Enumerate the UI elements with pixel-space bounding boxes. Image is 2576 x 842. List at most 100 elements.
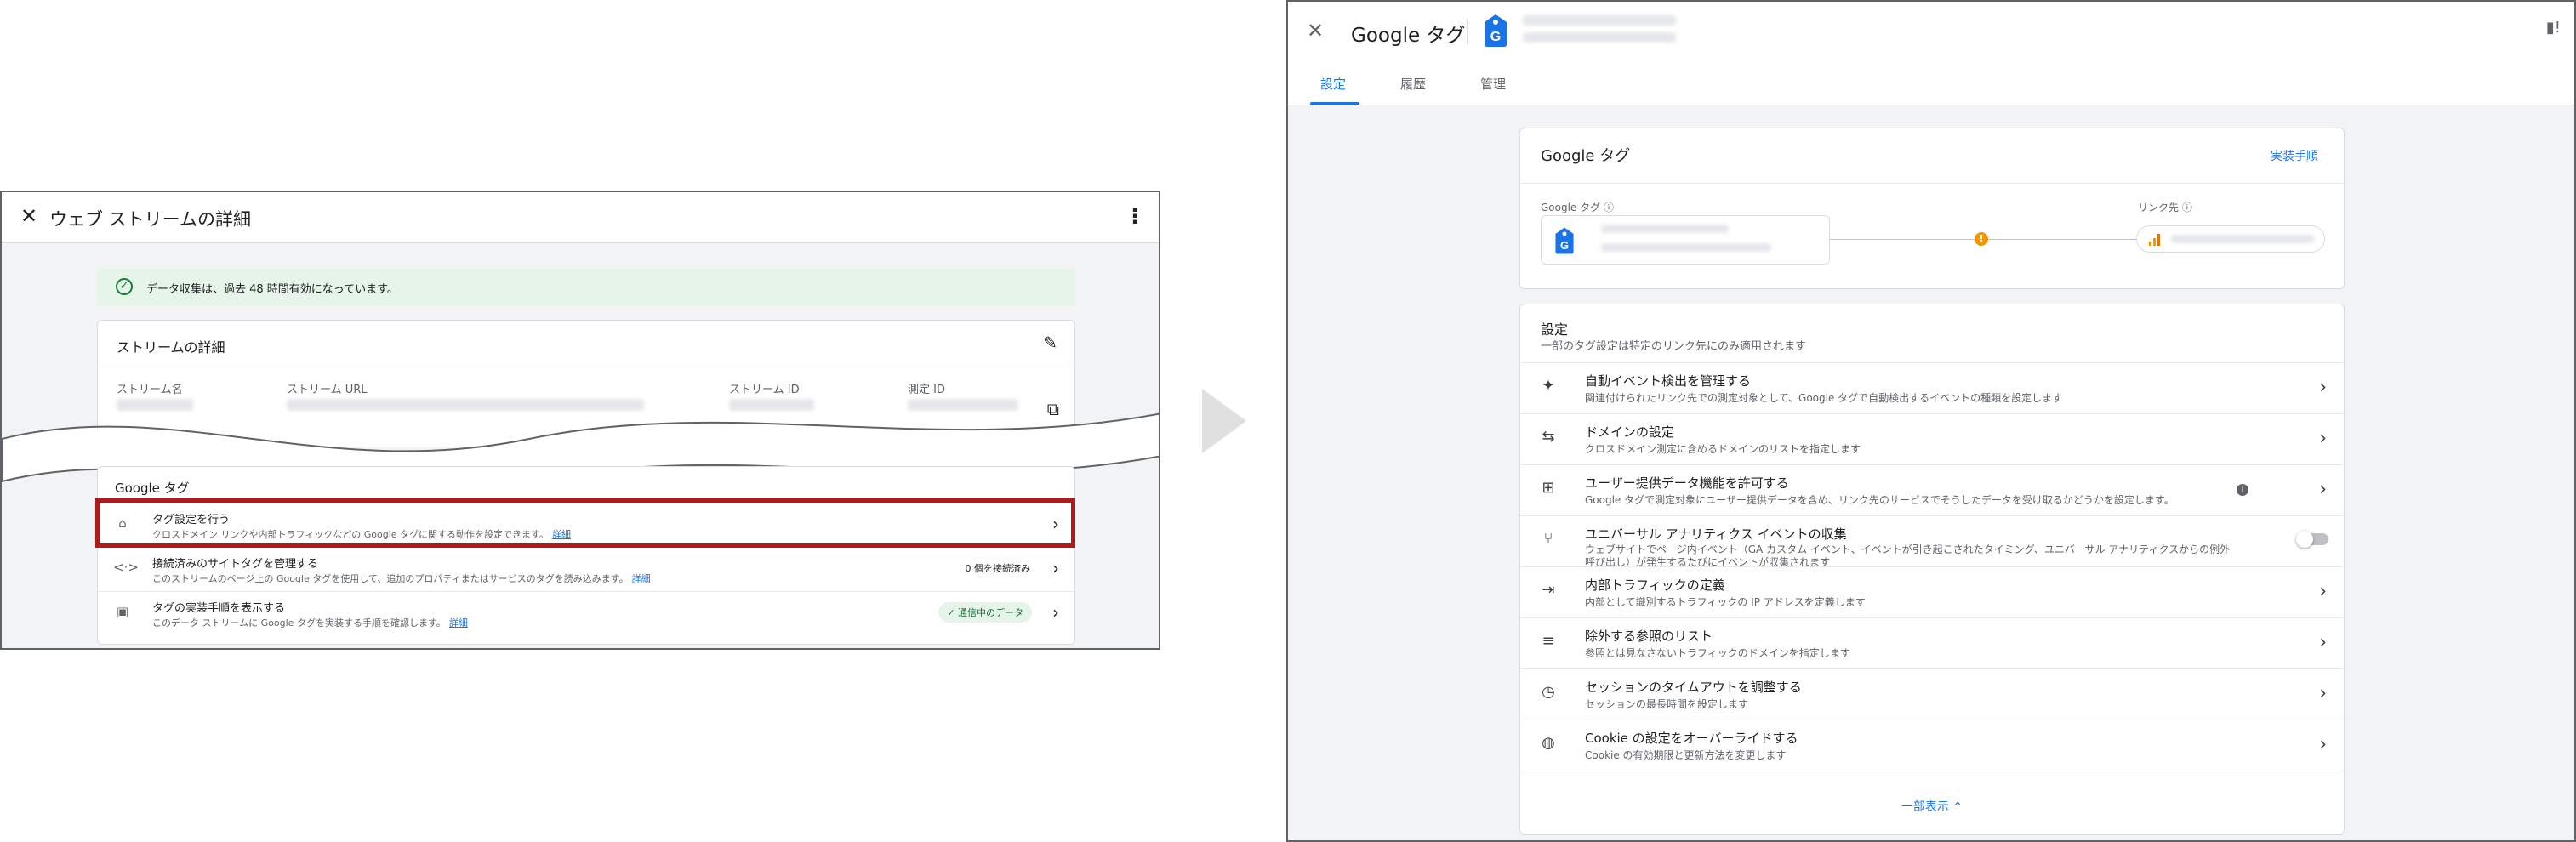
ua-events-toggle[interactable] bbox=[2296, 531, 2328, 548]
google-tag-card: Google タグ ⌂ タグ設定を行う クロスドメイン リンクや内部トラフィック… bbox=[97, 466, 1075, 645]
google-tag-label: Google タグ ⓘ bbox=[1541, 202, 1614, 213]
settings-row-auto-events[interactable]: ✦ 自動イベント検出を管理する 関連付けられたリンク先での測定対象として、Goo… bbox=[1520, 362, 2344, 413]
view-tag-instructions-row[interactable]: ▣ タグの実装手順を表示する このデータ ストリームに Google タグを実装… bbox=[98, 591, 1074, 635]
web-stream-details-panel: ✕ ウェブ ストリームの詳細 ⋮ ✓ データ収集は、過去 48 時間有効になって… bbox=[0, 191, 1160, 650]
row-title: ユニバーサル アナリティクス イベントの収集 bbox=[1585, 526, 1847, 542]
instructions-link[interactable]: 実装手順 bbox=[2271, 147, 2318, 164]
close-icon[interactable]: ✕ bbox=[20, 204, 37, 228]
chevron-right-icon: › bbox=[2319, 683, 2327, 704]
row-description: Google タグで測定対象にユーザー提供データを含め、リンク先のサービスでそう… bbox=[1585, 494, 2174, 506]
cookie-icon: ◍ bbox=[1542, 734, 1555, 752]
divider bbox=[1467, 19, 1468, 44]
settings-row-user-provided-data[interactable]: ⊞ ユーザー提供データ機能を許可する Google タグで測定対象にユーザー提供… bbox=[1520, 464, 2344, 515]
data-flowing-badge: ✓ 通信中のデータ bbox=[938, 602, 1032, 623]
divider bbox=[1520, 183, 2344, 184]
row-title: タグの実装手順を表示する bbox=[152, 602, 286, 615]
chevron-right-icon: › bbox=[1052, 558, 1059, 578]
check-circle-icon: ✓ bbox=[116, 278, 133, 295]
row-title: 接続済みのサイトタグを管理する bbox=[152, 558, 319, 571]
row-description: このストリームのページ上の Google タグを使用して、追加のプロパティまたは… bbox=[152, 573, 651, 584]
google-tag-panel: ✕ Google タグ G ▮! 設定 履歴 管理 Google タグ 実装手順… bbox=[1286, 0, 2576, 842]
settings-row-session-timeout[interactable]: ◷ セッションのタイムアウトを調整する セッションの最長時間を設定します › bbox=[1520, 668, 2344, 720]
internal-traffic-icon: ⇥ bbox=[1542, 581, 1555, 599]
svg-text:G: G bbox=[1490, 30, 1501, 44]
details-link[interactable]: 詳細 bbox=[632, 573, 651, 584]
google-tag-card: Google タグ 実装手順 Google タグ ⓘ G ! リンク先 ⓘ bbox=[1519, 128, 2345, 289]
tab-history[interactable]: 履歴 bbox=[1400, 75, 1426, 93]
exclude-list-icon: ≡ bbox=[1542, 632, 1555, 650]
chevron-right-icon: › bbox=[2319, 428, 2327, 449]
row-description: 参照とは見なさないトラフィックのドメインを指定します bbox=[1585, 647, 1850, 659]
tab-bar: 設定 履歴 管理 bbox=[1288, 61, 2574, 105]
row-title: Cookie の設定をオーバーライドする bbox=[1585, 731, 1798, 746]
warning-icon[interactable]: ! bbox=[1975, 232, 1988, 246]
google-tag-logo-icon: G bbox=[1485, 14, 1507, 47]
tab-settings[interactable]: 設定 bbox=[1320, 75, 1346, 93]
row-title: 自動イベント検出を管理する bbox=[1585, 373, 1752, 389]
details-link[interactable]: 詳細 bbox=[449, 617, 468, 629]
row-description: 関連付けられたリンク先での測定対象として、Google タグで自動検出するイベン… bbox=[1585, 392, 2063, 404]
settings-heading: 設定 bbox=[1541, 321, 1569, 338]
analytics-icon bbox=[2149, 234, 2160, 246]
arrow-right-icon bbox=[1202, 389, 1246, 453]
chevron-right-icon: › bbox=[1052, 602, 1059, 623]
status-banner: ✓ データ収集は、過去 48 時間有効になっています。 bbox=[97, 269, 1075, 306]
linked-destination-pill[interactable] bbox=[2136, 225, 2325, 253]
chevron-right-icon: › bbox=[2319, 632, 2327, 653]
highlight-box bbox=[95, 498, 1075, 548]
row-description: 内部として識別するトラフィックの IP アドレスを定義します bbox=[1585, 596, 1866, 608]
settings-row-cookie[interactable]: ◍ Cookie の設定をオーバーライドする Cookie の有効期限と更新方法… bbox=[1520, 720, 2344, 771]
more-options-icon[interactable]: ⋮ bbox=[1125, 204, 1145, 228]
settings-row-ua-events[interactable]: ⑂ ユニバーサル アナリティクス イベントの収集 ウェブサイトでページ内イベント… bbox=[1520, 515, 2344, 568]
row-title: 除外する参照のリスト bbox=[1585, 629, 1713, 644]
cross-domain-icon: ⇆ bbox=[1542, 428, 1555, 446]
settings-row-internal-traffic[interactable]: ⇥ 内部トラフィックの定義 内部として識別するトラフィックの IP アドレスを定… bbox=[1520, 566, 2344, 617]
settings-row-unwanted-referrals[interactable]: ≡ 除外する参照のリスト 参照とは見なさないトラフィックのドメインを指定します … bbox=[1520, 617, 2344, 668]
banner-text: データ収集は、過去 48 時間有効になっています。 bbox=[146, 283, 398, 296]
blurred-tag-name bbox=[1523, 15, 1676, 26]
row-title: セッションのタイムアウトを調整する bbox=[1585, 680, 1802, 695]
svg-text:G: G bbox=[1560, 239, 1569, 252]
tab-admin[interactable]: 管理 bbox=[1480, 75, 1506, 93]
row-title: 内部トラフィックの定義 bbox=[1585, 577, 1725, 593]
close-icon[interactable]: ✕ bbox=[1307, 19, 1324, 43]
blurred-tag-id bbox=[1601, 243, 1771, 252]
show-less-button[interactable]: 一部表示 ⌃ bbox=[1520, 798, 2344, 815]
feedback-icon[interactable]: ▮! bbox=[2546, 19, 2561, 37]
active-tab-indicator bbox=[1310, 102, 1359, 105]
chevron-right-icon: › bbox=[2319, 479, 2327, 500]
settings-card: 設定 一部のタグ設定は特定のリンク先にのみ適用されます ✦ 自動イベント検出を管… bbox=[1519, 304, 2345, 835]
panel-header: ✕ ウェブ ストリームの詳細 ⋮ bbox=[2, 192, 1159, 243]
connected-count: 0 個を接続済み bbox=[965, 563, 1031, 574]
edit-icon[interactable]: ✎ bbox=[1043, 333, 1057, 353]
info-icon[interactable]: i bbox=[2237, 484, 2248, 496]
row-description: Cookie の有効期限と更新方法を変更します bbox=[1585, 749, 1787, 761]
merge-icon: ⑂ bbox=[1543, 530, 1553, 548]
chevron-right-icon: › bbox=[2319, 581, 2327, 602]
row-title: ユーザー提供データ機能を許可する bbox=[1585, 475, 1789, 491]
row-description: このデータ ストリームに Google タグを実装する手順を確認します。 詳細 bbox=[152, 617, 468, 629]
google-tag-heading: Google タグ bbox=[115, 481, 190, 496]
card-heading: Google タグ bbox=[1541, 147, 1631, 165]
instructions-icon: ▣ bbox=[116, 604, 129, 619]
google-tag-logo-icon: G bbox=[1555, 227, 1574, 254]
panel-header: ✕ Google タグ G ▮! bbox=[1288, 2, 2574, 61]
linked-destination-label: リンク先 ⓘ bbox=[2138, 202, 2192, 213]
stream-name-label: ストリーム名 bbox=[117, 384, 183, 396]
clock-icon: ◷ bbox=[1542, 683, 1555, 701]
stream-id-label: ストリーム ID bbox=[729, 384, 800, 396]
manage-connected-tags-row[interactable]: <·> 接続済みのサイトタグを管理する このストリームのページ上の Google… bbox=[98, 547, 1074, 591]
stream-details-heading: ストリームの詳細 bbox=[117, 339, 225, 356]
google-tag-box[interactable]: G bbox=[1541, 215, 1830, 265]
blurred-destination bbox=[2171, 235, 2314, 243]
chevron-right-icon: › bbox=[2319, 377, 2327, 398]
panel-title: Google タグ bbox=[1351, 25, 1466, 47]
blurred-tag-id bbox=[1523, 32, 1676, 43]
row-description: セッションの最長時間を設定します bbox=[1585, 698, 1749, 710]
settings-subheading: 一部のタグ設定は特定のリンク先にのみ適用されます bbox=[1541, 340, 1807, 353]
stream-url-label: ストリーム URL bbox=[287, 384, 368, 396]
panel-title: ウェブ ストリームの詳細 bbox=[49, 209, 252, 230]
settings-row-domains[interactable]: ⇆ ドメインの設定 クロスドメイン測定に含めるドメインのリストを指定します › bbox=[1520, 413, 2344, 464]
measurement-id-label: 測定 ID bbox=[908, 384, 945, 396]
row-title: ドメインの設定 bbox=[1585, 424, 1675, 440]
